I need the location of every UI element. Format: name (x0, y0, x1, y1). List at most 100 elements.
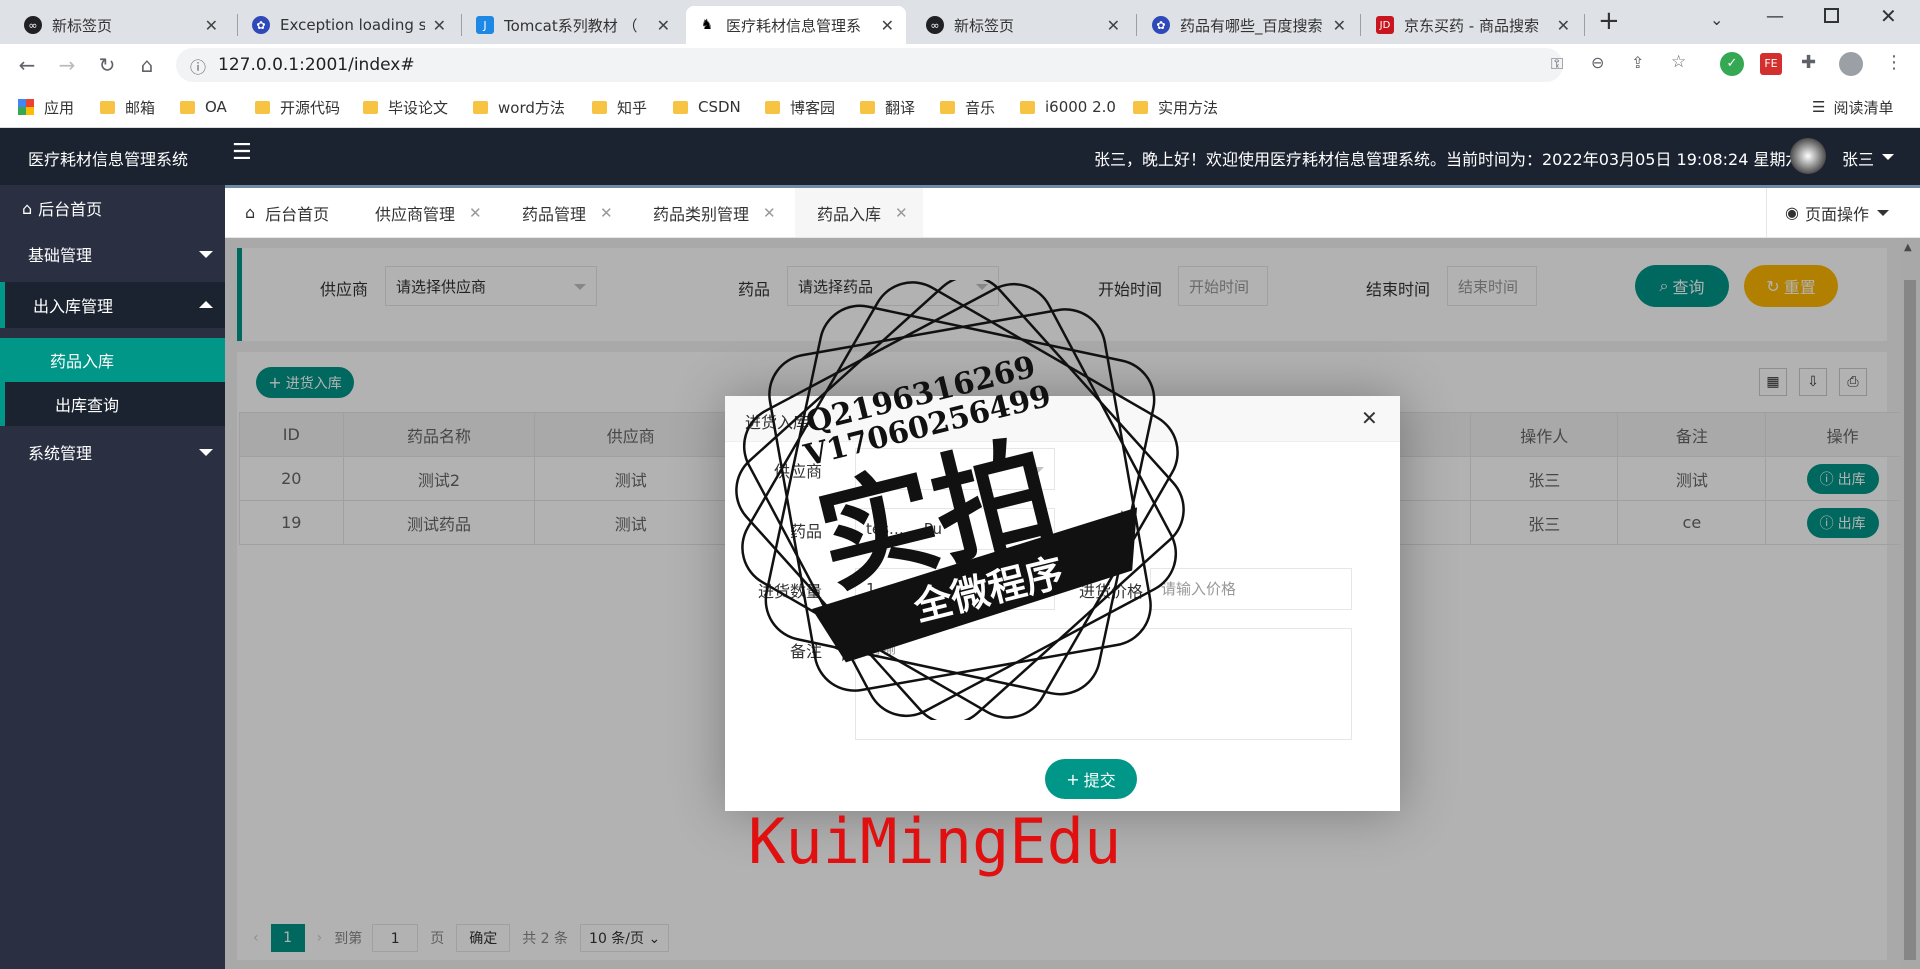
forward-icon[interactable]: → (55, 53, 79, 77)
dialog-close-icon[interactable]: ✕ (1361, 406, 1378, 430)
user-caret-icon[interactable] (1882, 154, 1894, 160)
watermark-text: KuiMingEdu (748, 805, 1122, 878)
reading-list-label: 阅读清单 (1833, 98, 1894, 117)
close-icon[interactable]: ✕ (205, 16, 218, 35)
browser-tab-7[interactable]: JD 京东买药 - 商品搜索 ✕ (1364, 6, 1582, 44)
puzzle-icon[interactable]: ✚ (1801, 52, 1816, 73)
tab-drug-category[interactable]: 药品类别管理 ✕ (643, 188, 786, 237)
sidebar-item-label: 基础管理 (28, 246, 93, 265)
close-icon[interactable]: ✕ (881, 16, 894, 35)
close-icon[interactable]: ✕ (1107, 16, 1120, 35)
tab-home[interactable]: ⌂ 后台首页 (235, 188, 339, 237)
close-icon[interactable]: ✕ (600, 204, 613, 222)
folder-icon (363, 100, 378, 114)
submit-button[interactable]: + 提交 (1045, 759, 1137, 799)
bookmark-folder[interactable]: 开源代码 (255, 96, 340, 118)
sidebar-item-home[interactable]: ⌂ 后台首页 (0, 185, 225, 231)
minimize-icon[interactable]: — (1766, 6, 1784, 27)
browser-tab-3[interactable]: J Tomcat系列教材 （ ✕ (464, 6, 682, 44)
extension-fe-icon[interactable]: FE (1760, 53, 1782, 75)
bookmark-label: 音乐 (965, 98, 996, 117)
bookmark-folder[interactable]: 邮箱 (100, 96, 155, 118)
window-close-icon[interactable]: ✕ (1880, 4, 1897, 28)
sidebar-item-label: 出入库管理 (33, 297, 114, 316)
bookmark-folder[interactable]: 毕设论文 (363, 96, 448, 118)
close-icon[interactable]: ✕ (1333, 16, 1346, 35)
menu-toggle-icon[interactable]: ☰ (232, 140, 252, 165)
extension-shield-icon[interactable]: ✓ (1720, 52, 1744, 76)
close-icon[interactable]: ✕ (1557, 16, 1570, 35)
page-ops-label: 页面操作 (1804, 204, 1869, 224)
bookmark-folder[interactable]: 实用方法 (1133, 96, 1218, 118)
tab-drug[interactable]: 药品管理 ✕ (512, 188, 623, 237)
folder-icon (860, 100, 875, 114)
tab-supplier[interactable]: 供应商管理 ✕ (365, 188, 492, 237)
close-icon[interactable]: ✕ (763, 204, 776, 222)
browser-tab-4-active[interactable]: ♞ 医疗耗材信息管理系 ✕ (686, 6, 906, 44)
reload-icon[interactable]: ↻ (95, 53, 119, 77)
page-tabs: ⌂ 后台首页 供应商管理 ✕ 药品管理 ✕ 药品类别管理 ✕ 药品入库 ✕ ◉ 页面操作 (225, 188, 1920, 238)
watermark-stamp: Q2196316269 V17060256499 实拍 全微程序 ★ ★ (735, 280, 1185, 720)
sidebar-item-label: 出库查询 (55, 396, 120, 415)
browser-tab-5[interactable]: ∞ 新标签页 ✕ (914, 6, 1132, 44)
bookmark-folder[interactable]: CSDN (673, 96, 741, 118)
tab-title: 新标签页 (52, 16, 113, 35)
star-icon[interactable]: ☆ (1671, 52, 1686, 72)
back-icon[interactable]: ← (15, 53, 39, 77)
kebab-menu-icon[interactable]: ⋮ (1885, 52, 1903, 73)
info-icon[interactable]: ⓘ (190, 54, 206, 78)
user-name[interactable]: 张三 (1842, 146, 1874, 170)
bookmark-folder[interactable]: word方法 (473, 96, 565, 118)
close-icon[interactable]: ✕ (433, 16, 446, 35)
bookmark-folder[interactable]: 知乎 (592, 96, 647, 118)
key-icon[interactable]: ⚿ (1551, 54, 1563, 74)
tab-search-icon[interactable]: ⌄ (1710, 10, 1723, 29)
bookmark-label: OA (205, 98, 227, 116)
profile-avatar-icon[interactable] (1839, 52, 1863, 76)
home-icon: ⌂ (22, 198, 33, 218)
bookmark-folder[interactable]: 翻译 (860, 96, 915, 118)
sidebar-item-label: 药品入库 (50, 352, 115, 371)
browser-tab-1[interactable]: ∞ 新标签页 ✕ (12, 6, 230, 44)
reading-list[interactable]: ☰ 阅读清单 (1812, 96, 1893, 118)
tab-title: Tomcat系列教材 （ (504, 16, 638, 35)
close-icon[interactable]: ✕ (469, 204, 482, 222)
chevron-down-icon (199, 251, 213, 258)
browser-tab-6[interactable]: ✿ 药品有哪些_百度搜索 ✕ (1140, 6, 1358, 44)
zoom-icon[interactable]: ⊖ (1591, 53, 1604, 72)
tab-separator (237, 14, 238, 36)
url-text[interactable]: 127.0.0.1:2001/index# (218, 55, 415, 75)
tab-label: 供应商管理 (375, 204, 456, 224)
close-icon[interactable]: ✕ (657, 16, 670, 35)
maximize-icon[interactable] (1824, 8, 1839, 23)
folder-icon (1020, 100, 1035, 114)
share-icon[interactable]: ⇪ (1631, 53, 1644, 72)
app-title: 医疗耗材信息管理系统 (28, 150, 189, 169)
page-ops-button[interactable]: ◉ 页面操作 (1766, 188, 1920, 237)
apps-grid-icon (18, 99, 34, 115)
folder-icon (765, 100, 780, 114)
tab-label: 药品入库 (817, 204, 882, 224)
bookmark-apps[interactable]: 应用 (18, 96, 74, 118)
close-icon[interactable]: ✕ (895, 204, 908, 222)
tab-title: 京东买药 - 商品搜索 (1404, 16, 1539, 35)
bookmark-label: CSDN (698, 98, 741, 116)
bookmark-folder[interactable]: 音乐 (940, 96, 995, 118)
bookmark-folder[interactable]: i6000 2.0 (1020, 96, 1116, 118)
new-tab-button[interactable]: + (1598, 6, 1620, 36)
home-icon[interactable]: ⌂ (135, 53, 159, 77)
tab-label: 药品管理 (522, 204, 587, 224)
sidebar-item-drug-in[interactable]: 药品入库 (0, 338, 225, 382)
bookmark-folder[interactable]: 博客园 (765, 96, 835, 118)
sidebar-item-out-query[interactable]: 出库查询 (0, 382, 225, 426)
user-avatar[interactable] (1790, 138, 1826, 174)
omnibox[interactable]: ⓘ 127.0.0.1:2001/index# ⚿ ⊖ ⇪ ☆ (176, 48, 1686, 82)
folder-icon (1133, 100, 1148, 114)
browser-tab-2[interactable]: ✿ Exception loading s ✕ (240, 6, 458, 44)
sidebar-item-inout[interactable]: 出入库管理 (0, 282, 225, 328)
tab-drug-in[interactable]: 药品入库 ✕ (795, 188, 923, 237)
bookmark-folder[interactable]: OA (180, 96, 227, 118)
sidebar-item-system[interactable]: 系统管理 (0, 429, 225, 475)
sidebar-item-basic[interactable]: 基础管理 (0, 231, 225, 277)
bookmark-label: 博客园 (790, 98, 836, 117)
